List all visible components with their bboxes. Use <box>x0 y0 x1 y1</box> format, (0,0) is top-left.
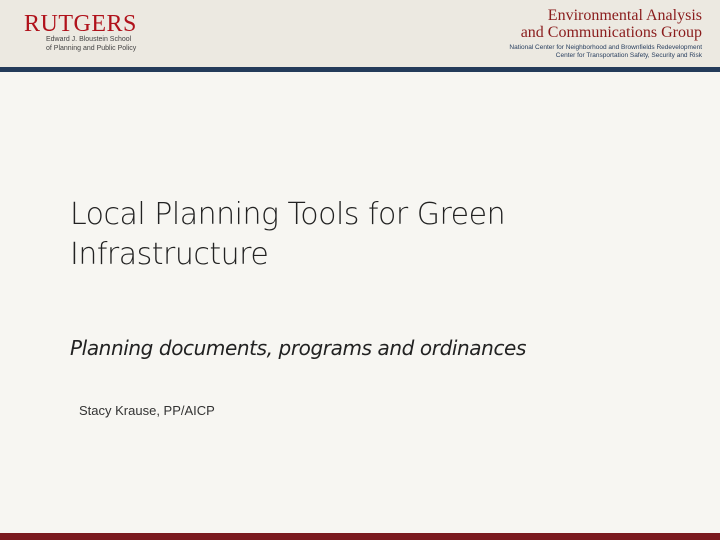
group-name-line2: and Communications Group <box>520 24 702 41</box>
author-name: Stacy Krause, PP/AICP <box>79 403 215 418</box>
slide-header: RUTGERS Edward J. Bloustein School of Pl… <box>0 0 720 68</box>
slide-subtitle: Planning documents, programs and ordinan… <box>70 336 526 360</box>
school-name-line2: of Planning and Public Policy <box>46 45 137 52</box>
group-name-line1: Environmental Analysis <box>547 7 702 24</box>
center-name-line1: National Center for Neighborhood and Bro… <box>509 44 702 51</box>
slide-title: Local Planning Tools for Green Infrastru… <box>70 197 506 272</box>
footer-bar <box>0 533 720 540</box>
school-name-line1: Edward J. Bloustein School <box>46 36 132 43</box>
center-name-line2: Center for Transportation Safety, Securi… <box>555 52 702 59</box>
rutgers-logo: RUTGERS <box>24 11 137 37</box>
header-divider <box>0 67 720 72</box>
